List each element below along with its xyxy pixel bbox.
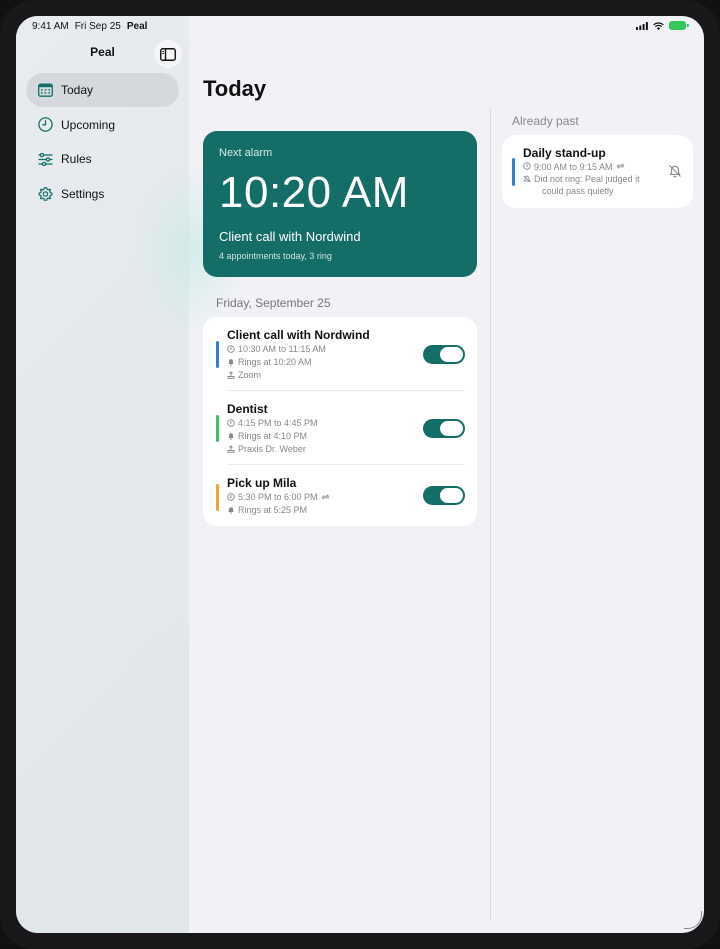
sliders-icon — [38, 152, 53, 167]
note-line: could pass quietly — [542, 186, 614, 196]
appointment-time: 4:15 PM to 4:45 PM — [227, 418, 318, 428]
repeat-icon — [615, 162, 625, 170]
clock-icon — [523, 162, 531, 170]
note-line: Did not ring: Peal judged it — [534, 174, 640, 184]
appointment-ring: Rings at 10:20 AM — [227, 357, 312, 367]
appointment-ring-text: Rings at 4:10 PM — [238, 431, 308, 441]
next-alarm-event: Client call with Nordwind — [219, 229, 361, 244]
bell-slash-icon — [668, 164, 682, 178]
location-icon — [227, 445, 235, 453]
screen: Peal Today Upcoming Rules Settings 9:41 … — [16, 16, 704, 933]
appointment-row[interactable]: Pick up Mila 5:30 PM to 6:00 PM Rings at… — [203, 465, 477, 526]
appointment-title: Dentist — [227, 402, 268, 416]
sidebar-item-today[interactable]: Today — [26, 73, 179, 107]
appointment-time-text: 4:15 PM to 4:45 PM — [238, 418, 318, 428]
appointment-color-bar — [216, 415, 219, 442]
bell-icon — [227, 506, 235, 514]
next-alarm-label: Next alarm — [219, 147, 273, 159]
appointment-location-text: Praxis Dr. Weber — [238, 444, 306, 454]
past-section-header: Already past — [512, 114, 579, 128]
bell-icon — [227, 358, 235, 366]
appointment-color-bar — [216, 341, 219, 368]
toggle-knob — [440, 421, 463, 436]
toggle-knob — [440, 488, 463, 503]
sidebar-item-label: Today — [61, 83, 94, 97]
gear-icon — [38, 186, 53, 201]
past-appointment-title: Daily stand-up — [523, 146, 606, 160]
appointment-time: 5:30 PM to 6:00 PM — [227, 492, 330, 502]
sidebar-toggle-button[interactable] — [154, 40, 182, 68]
clock-icon — [227, 419, 235, 427]
status-bar-right — [636, 21, 689, 30]
device-frame: Peal Today Upcoming Rules Settings 9:41 … — [0, 0, 720, 949]
battery-icon — [669, 21, 689, 30]
alarm-toggle[interactable] — [423, 486, 465, 505]
alarm-toggle[interactable] — [423, 419, 465, 438]
appointment-ring-text: Rings at 10:20 AM — [238, 357, 312, 367]
day-section-header: Friday, September 25 — [216, 296, 331, 310]
sidebar-item-settings[interactable]: Settings — [26, 177, 179, 211]
status-app-name: Peal — [126, 21, 148, 32]
bell-slash-icon — [523, 175, 531, 183]
appointment-location: Zoom — [227, 370, 261, 380]
appointment-ring: Rings at 4:10 PM — [227, 431, 307, 441]
sidebar-item-upcoming[interactable]: Upcoming — [26, 108, 179, 142]
next-alarm-summary: 4 appointments today, 3 ring — [219, 251, 332, 261]
cellular-signal-icon — [636, 21, 648, 30]
clock-icon — [227, 493, 235, 501]
alarm-toggle[interactable] — [423, 345, 465, 364]
past-appointment-time: 9:00 AM to 9:15 AM — [523, 162, 625, 172]
status-date: Fri Sep 25 — [74, 21, 121, 32]
next-alarm-time: 10:20 AM — [219, 168, 409, 217]
wifi-icon — [653, 21, 664, 30]
status-bar-left: 9:41 AM Fri Sep 25 Peal — [32, 21, 147, 32]
appointment-location-text: Zoom — [238, 370, 262, 380]
appointment-time: 10:30 AM to 11:15 AM — [227, 344, 326, 354]
appointments-card: Client call with Nordwind 10:30 AM to 11… — [203, 317, 477, 526]
next-alarm-card[interactable]: Next alarm 10:20 AM Client call with Nor… — [203, 131, 477, 277]
appointment-ring-text: Rings at 5:25 PM — [238, 505, 308, 515]
appointment-color-bar — [512, 158, 515, 186]
appointment-row[interactable]: Dentist 4:15 PM to 4:45 PM Rings at 4:10… — [203, 391, 477, 465]
appointment-time-text: 10:30 AM to 11:15 AM — [238, 344, 326, 354]
sidebar-item-label: Settings — [61, 186, 105, 201]
appointment-title: Client call with Nordwind — [227, 328, 370, 342]
calendar-icon — [38, 83, 53, 98]
column-divider — [490, 109, 491, 921]
sidebar-icon — [160, 47, 176, 61]
sidebar-item-label: Upcoming — [61, 117, 116, 132]
appointment-row[interactable]: Client call with Nordwind 10:30 AM to 11… — [203, 317, 477, 391]
status-time: 9:41 AM — [32, 21, 69, 32]
appointment-color-bar — [216, 484, 219, 511]
sidebar: Peal Today Upcoming Rules Settings — [16, 16, 246, 933]
appointment-ring: Rings at 5:25 PM — [227, 505, 307, 515]
page-title: Today — [203, 76, 267, 101]
location-icon — [227, 371, 235, 379]
appointment-title: Pick up Mila — [227, 476, 297, 490]
past-appointment-card[interactable]: Daily stand-up 9:00 AM to 9:15 AM Did no… — [502, 135, 693, 208]
sidebar-nav: Today Upcoming Rules Settings — [26, 73, 179, 211]
clock-icon — [38, 117, 53, 132]
sidebar-item-rules[interactable]: Rules — [26, 142, 179, 176]
repeat-icon — [320, 493, 330, 501]
appointment-location: Praxis Dr. Weber — [227, 444, 306, 454]
sidebar-item-label: Rules — [61, 152, 92, 166]
toggle-knob — [440, 347, 463, 362]
past-appointment-note-text: Did not ring: Peal judged it could pass … — [534, 173, 640, 197]
bell-icon — [227, 432, 235, 440]
appointment-time-text: 5:30 PM to 6:00 PM — [238, 492, 318, 502]
clock-icon — [227, 345, 235, 353]
screen-corner-indicator — [684, 911, 702, 929]
past-appointment-time-text: 9:00 AM to 9:15 AM — [534, 162, 613, 172]
past-appointment-note: Did not ring: Peal judged it could pass … — [523, 173, 640, 197]
